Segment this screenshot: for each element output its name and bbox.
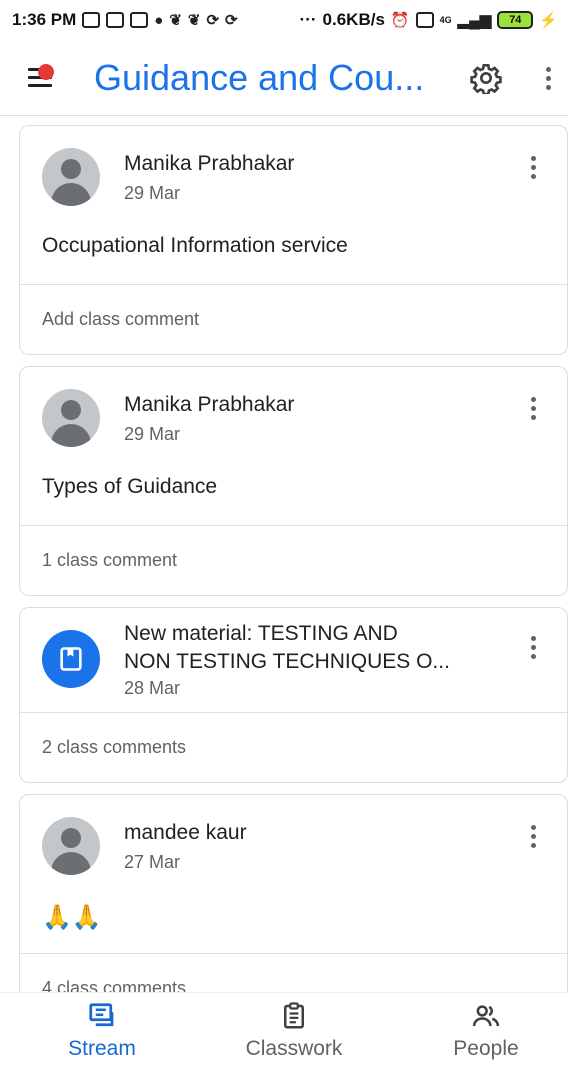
stream-material-card[interactable]: New material: TESTING AND NON TESTING TE… xyxy=(19,607,568,783)
page-title: Guidance and Cou... xyxy=(94,56,425,98)
status-left: 1:36 PM ● ❦ ❦ ⟳ ⟳ xyxy=(12,10,238,30)
more-vert-icon xyxy=(530,156,536,161)
menu-button[interactable] xyxy=(28,58,68,98)
app-notification-icon xyxy=(130,12,149,28)
class-comments-link[interactable]: 4 class comments xyxy=(20,953,567,992)
post-author: mandee kaur xyxy=(124,821,247,844)
status-bar: 1:36 PM ● ❦ ❦ ⟳ ⟳ ··· 0.6KB/s ⏰ 4G ▂▄▆ 7… xyxy=(0,0,568,40)
avatar-body xyxy=(51,183,91,206)
nav-people[interactable]: People xyxy=(406,1001,566,1067)
notification-dot-icon xyxy=(38,63,54,80)
stream-post-card[interactable]: Manika Prabhakar 29 Mar Occupational Inf… xyxy=(19,125,568,355)
material-bookmark-icon xyxy=(60,647,82,671)
nav-classwork[interactable]: Classwork xyxy=(214,1001,374,1067)
volte-icon xyxy=(415,12,434,28)
class-comments-link[interactable]: 2 class comments xyxy=(20,712,567,782)
app-icon: ❦ xyxy=(169,11,182,29)
post-header: mandee kaur 27 Mar xyxy=(20,795,567,895)
more-vert-icon xyxy=(545,66,551,72)
stream-list[interactable]: Manika Prabhakar 29 Mar Occupational Inf… xyxy=(0,116,568,992)
post-date: 29 Mar xyxy=(124,183,181,203)
network-speed: 0.6KB/s xyxy=(322,10,385,29)
post-author: Manika Prabhakar xyxy=(124,393,295,416)
alarm-icon: ⏰ xyxy=(390,11,410,29)
post-date: 29 Mar xyxy=(124,424,181,444)
material-header: New material: TESTING AND NON TESTING TE… xyxy=(20,608,567,712)
menu-icon-bar-bottom xyxy=(28,84,52,87)
status-right: ··· 0.6KB/s ⏰ 4G ▂▄▆ 74 ⚡ xyxy=(300,10,558,30)
avatar xyxy=(42,389,100,447)
material-title-line2: NON TESTING TECHNIQUES O... xyxy=(124,650,450,673)
classwork-icon xyxy=(284,1002,304,1029)
add-class-comment-button[interactable]: Add class comment xyxy=(20,284,567,354)
stream-icon xyxy=(89,1003,114,1027)
signal-icon: ▂▄▆ xyxy=(457,11,492,29)
avatar-head xyxy=(61,828,81,848)
post-options-button[interactable] xyxy=(525,156,541,186)
more-vert-dot-bottom xyxy=(530,654,536,659)
sync-icon: ⟳ xyxy=(206,11,220,29)
more-vert-dot-bottom xyxy=(545,84,551,90)
avatar xyxy=(42,148,100,206)
nav-people-label: People xyxy=(453,1037,519,1060)
more-vert-icon xyxy=(530,825,536,830)
more-vert-dot xyxy=(530,834,536,839)
more-vert-icon xyxy=(530,397,536,402)
more-vert-dot xyxy=(545,75,551,81)
material-options-button[interactable] xyxy=(525,636,541,666)
notification-icon xyxy=(82,12,101,28)
post-text: Occupational Information service xyxy=(42,234,348,257)
more-notifications-icon: ··· xyxy=(299,10,317,29)
battery-icon: 74 xyxy=(497,11,534,29)
gear-icon xyxy=(470,64,502,94)
voot-icon xyxy=(106,12,125,28)
status-time: 1:36 PM xyxy=(12,10,77,29)
material-date: 28 Mar xyxy=(124,678,181,698)
avatar-head xyxy=(61,400,81,420)
post-text: Types of Guidance xyxy=(42,475,218,498)
material-title-line1: New material: TESTING AND xyxy=(124,622,398,645)
more-vert-dot xyxy=(530,645,536,650)
settings-button[interactable] xyxy=(466,58,506,98)
avatar xyxy=(42,817,100,875)
stream-post-card[interactable]: Manika Prabhakar 29 Mar Types of Guidanc… xyxy=(19,366,568,596)
more-options-button[interactable] xyxy=(530,58,566,98)
nav-stream[interactable]: Stream xyxy=(22,1001,182,1067)
avatar-body xyxy=(51,852,91,875)
more-vert-dot-bottom xyxy=(530,174,536,179)
material-title: New material: TESTING AND NON TESTING TE… xyxy=(124,620,504,676)
post-text: 🙏🙏 xyxy=(42,904,102,931)
nav-classwork-label: Classwork xyxy=(245,1037,343,1060)
stream-post-card[interactable]: mandee kaur 27 Mar 🙏🙏 4 class comments xyxy=(19,794,568,992)
more-vert-dot-bottom xyxy=(530,843,536,848)
material-avatar xyxy=(42,630,100,688)
app-bar: Guidance and Cou... xyxy=(0,40,568,116)
charging-icon: ⚡ xyxy=(539,11,558,29)
more-vert-dot xyxy=(530,165,536,170)
bottom-navigation: Stream Classwork People xyxy=(0,992,568,1072)
post-author: Manika Prabhakar xyxy=(124,152,295,175)
app-icon-2: ❦ xyxy=(187,11,201,29)
battery-level: 74 xyxy=(509,14,522,26)
whatsapp-icon: ● xyxy=(154,11,164,29)
post-date: 27 Mar xyxy=(124,852,181,872)
post-options-button[interactable] xyxy=(525,825,541,855)
sync-icon-2: ⟳ xyxy=(225,11,238,29)
post-header: Manika Prabhakar 29 Mar xyxy=(20,367,567,467)
more-vert-dot-bottom xyxy=(530,415,536,420)
avatar-body xyxy=(51,424,91,447)
nav-stream-label: Stream xyxy=(68,1037,136,1060)
post-header: Manika Prabhakar 29 Mar xyxy=(20,126,567,226)
post-options-button[interactable] xyxy=(525,397,541,427)
more-vert-dot xyxy=(530,406,536,411)
people-icon xyxy=(472,1005,500,1027)
avatar-head xyxy=(61,159,81,179)
more-vert-icon xyxy=(530,636,536,641)
network-type: 4G xyxy=(439,15,452,25)
class-comments-link[interactable]: 1 class comment xyxy=(20,525,567,595)
